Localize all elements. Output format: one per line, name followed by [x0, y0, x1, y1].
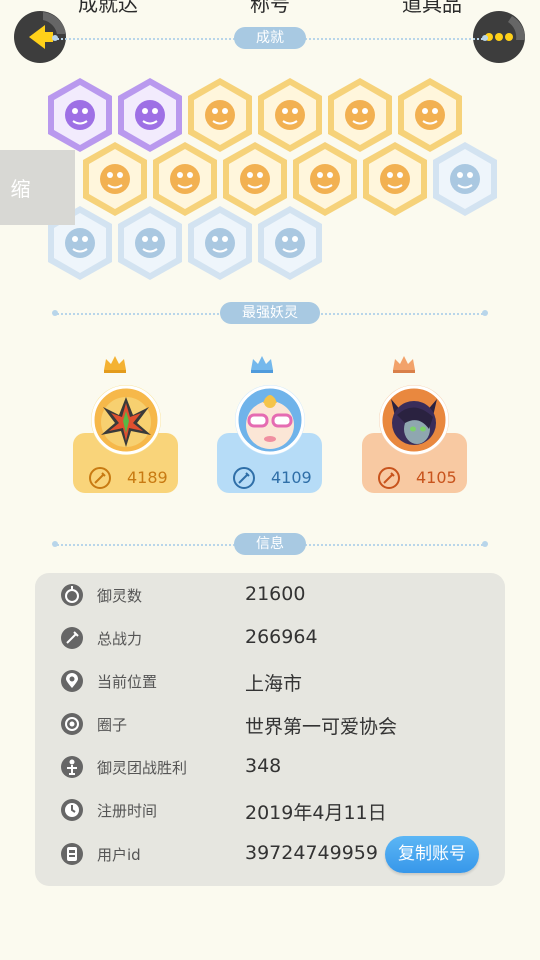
moon-badge[interactable] [430, 140, 500, 218]
user-id-value: 39724749959 [245, 842, 378, 864]
achievements-title: 成就 [234, 27, 306, 49]
power-sword-icon [378, 467, 400, 489]
info-label: 注册时间 [97, 802, 158, 820]
info-label: 当前位置 [97, 673, 158, 691]
copy-account-button[interactable]: 复制账号 [385, 836, 479, 873]
info-value: 348 [245, 755, 282, 777]
info-label: 御灵团战胜利 [97, 759, 188, 777]
info-value: 2019年4月11日 [245, 802, 387, 824]
spirit-1-avatar[interactable] [91, 385, 161, 455]
location-pin-icon [61, 670, 83, 692]
spirit-2-avatar[interactable] [235, 385, 305, 455]
info-value: 世界第一可爱协会 [245, 716, 398, 738]
collapse-label: 缩 [10, 177, 31, 201]
info-row-spirit-count: 御灵数 21600 [35, 580, 505, 610]
info-value: 21600 [245, 583, 306, 605]
blue-crown-icon [249, 354, 275, 374]
bronze-crown-icon [391, 354, 417, 374]
info-panel: 御灵数 21600 总战力 266964 当前位置 上海市 圈子 世界第一可爱协… [35, 573, 505, 886]
tab-titles-cut[interactable]: 称号 [250, 0, 290, 17]
info-row-register-time: 注册时间 2019年4月11日 [35, 795, 505, 825]
info-row-location: 当前位置 上海市 [35, 666, 505, 696]
spirit-2-power: 4109 [271, 468, 312, 487]
info-row-team-battle: 御灵团战胜利 348 [35, 752, 505, 782]
spirit-3-power: 4105 [416, 468, 457, 487]
tab-items-cut[interactable]: 道具品 [402, 0, 462, 17]
info-header: 信息 [52, 533, 488, 555]
power-sword-icon [233, 467, 255, 489]
combat-power-icon [61, 627, 83, 649]
info-label: 御灵数 [97, 587, 143, 605]
info-title: 信息 [234, 533, 306, 555]
spirit-1-power: 4189 [127, 468, 168, 487]
clock-icon [61, 799, 83, 821]
circle-icon [61, 713, 83, 735]
info-row-combat-power: 总战力 266964 [35, 623, 505, 653]
power-sword-icon [89, 467, 111, 489]
team-battle-icon [61, 756, 83, 778]
info-label: 用户id [97, 846, 141, 864]
spirit-count-icon [61, 584, 83, 606]
cat-badge[interactable] [185, 204, 255, 282]
strongest-header: 最强妖灵 [52, 302, 488, 324]
spirit-3-avatar[interactable] [379, 385, 449, 455]
elephant-badge[interactable] [255, 204, 325, 282]
info-value: 上海市 [245, 673, 303, 695]
info-label: 总战力 [97, 630, 143, 648]
gold-crown-icon [102, 354, 128, 374]
top-tabs: 成就达 称号 道具品 [0, 0, 540, 16]
info-row-circle: 圈子 世界第一可爱协会 [35, 709, 505, 739]
book-badge[interactable] [360, 140, 430, 218]
strongest-title: 最强妖灵 [220, 302, 320, 324]
info-value: 266964 [245, 626, 318, 648]
tab-achievements-cut[interactable]: 成就达 [78, 0, 138, 17]
achievements-header: 成就 [52, 27, 488, 49]
portal-badge[interactable] [115, 204, 185, 282]
collapse-button[interactable]: 缩 [0, 150, 75, 225]
info-label: 圈子 [97, 716, 128, 734]
id-card-icon [61, 843, 83, 865]
